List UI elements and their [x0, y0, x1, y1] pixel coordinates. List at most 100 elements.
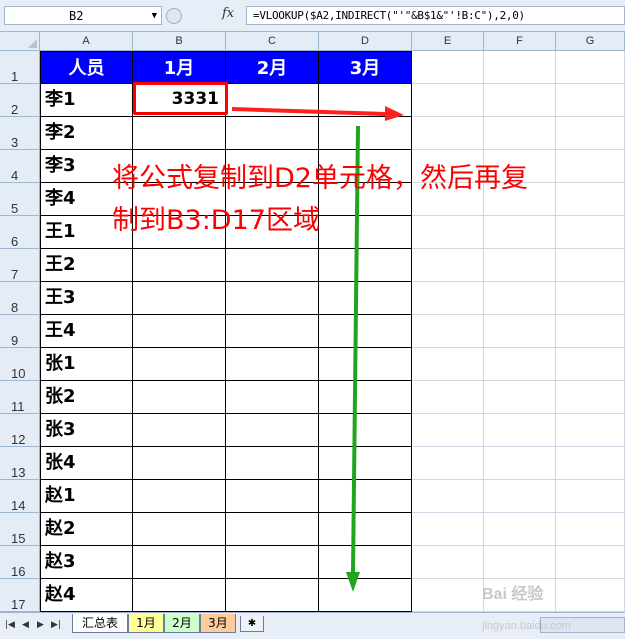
insert-function-button[interactable]: fx [222, 6, 234, 21]
value-cell[interactable] [133, 117, 226, 150]
empty-cell[interactable] [412, 414, 484, 447]
empty-cell[interactable] [556, 579, 625, 612]
value-cell[interactable] [226, 84, 319, 117]
value-cell[interactable] [319, 117, 412, 150]
value-cell[interactable] [319, 546, 412, 579]
row-header[interactable]: 7 [0, 249, 40, 282]
column-header-f[interactable]: F [484, 32, 556, 51]
value-cell[interactable] [319, 414, 412, 447]
chevron-down-icon[interactable]: ▼ [152, 7, 157, 26]
empty-cell[interactable] [484, 315, 556, 348]
name-cell[interactable]: 张4 [40, 447, 133, 480]
name-cell[interactable]: 王4 [40, 315, 133, 348]
empty-cell[interactable] [412, 249, 484, 282]
name-cell[interactable]: 张2 [40, 381, 133, 414]
empty-cell[interactable] [484, 249, 556, 282]
value-cell[interactable] [319, 579, 412, 612]
empty-cell[interactable] [412, 381, 484, 414]
empty-cell[interactable] [484, 480, 556, 513]
name-cell[interactable]: 李2 [40, 117, 133, 150]
value-cell[interactable] [133, 513, 226, 546]
empty-cell[interactable] [412, 84, 484, 117]
empty-cell[interactable] [412, 480, 484, 513]
column-header-d[interactable]: D [319, 32, 412, 51]
value-cell[interactable] [226, 348, 319, 381]
row-header[interactable]: 14 [0, 480, 40, 513]
name-cell[interactable]: 李1 [40, 84, 133, 117]
header-cell-feb[interactable]: 2月 [226, 51, 319, 84]
value-cell[interactable] [226, 381, 319, 414]
empty-cell[interactable] [556, 447, 625, 480]
value-cell[interactable] [226, 282, 319, 315]
name-cell[interactable]: 赵4 [40, 579, 133, 612]
empty-cell[interactable] [556, 315, 625, 348]
name-cell[interactable]: 赵1 [40, 480, 133, 513]
empty-cell[interactable] [556, 480, 625, 513]
value-cell[interactable] [133, 480, 226, 513]
empty-cell[interactable] [412, 348, 484, 381]
tab-summary[interactable]: 汇总表 [72, 614, 128, 633]
row-header[interactable]: 12 [0, 414, 40, 447]
value-cell[interactable] [133, 348, 226, 381]
empty-cell[interactable] [556, 348, 625, 381]
header-cell-jan[interactable]: 1月 [133, 51, 226, 84]
empty-cell[interactable] [556, 381, 625, 414]
name-cell[interactable]: 赵3 [40, 546, 133, 579]
empty-cell[interactable] [484, 381, 556, 414]
empty-cell[interactable] [556, 282, 625, 315]
row-header[interactable]: 16 [0, 546, 40, 579]
next-sheet-icon[interactable]: ▶ [37, 620, 44, 630]
value-cell[interactable] [133, 414, 226, 447]
empty-cell[interactable] [484, 348, 556, 381]
value-cell[interactable] [319, 249, 412, 282]
empty-cell[interactable] [412, 579, 484, 612]
row-header[interactable]: 9 [0, 315, 40, 348]
row-header[interactable]: 8 [0, 282, 40, 315]
empty-cell[interactable] [556, 117, 625, 150]
value-cell[interactable] [133, 249, 226, 282]
empty-cell[interactable] [556, 414, 625, 447]
empty-cell[interactable] [412, 51, 484, 84]
empty-cell[interactable] [412, 282, 484, 315]
last-sheet-icon[interactable]: ▶| [51, 620, 61, 630]
column-header-g[interactable]: G [556, 32, 625, 51]
first-sheet-icon[interactable]: |◀ [5, 620, 15, 630]
empty-cell[interactable] [412, 513, 484, 546]
empty-cell[interactable] [484, 117, 556, 150]
row-header[interactable]: 11 [0, 381, 40, 414]
value-cell[interactable] [319, 84, 412, 117]
empty-cell[interactable] [412, 117, 484, 150]
select-all-button[interactable] [0, 32, 40, 51]
value-cell[interactable] [133, 546, 226, 579]
empty-cell[interactable] [412, 546, 484, 579]
header-cell-mar[interactable]: 3月 [319, 51, 412, 84]
name-cell[interactable]: 张3 [40, 414, 133, 447]
row-header[interactable]: 1 [0, 51, 40, 84]
value-cell[interactable] [226, 513, 319, 546]
empty-cell[interactable] [556, 513, 625, 546]
empty-cell[interactable] [556, 51, 625, 84]
value-cell[interactable] [226, 480, 319, 513]
empty-cell[interactable] [412, 447, 484, 480]
empty-cell[interactable] [484, 51, 556, 84]
value-cell[interactable] [319, 315, 412, 348]
prev-sheet-icon[interactable]: ◀ [22, 620, 29, 630]
column-header-e[interactable]: E [412, 32, 484, 51]
row-header[interactable]: 5 [0, 183, 40, 216]
name-cell[interactable]: 王3 [40, 282, 133, 315]
empty-cell[interactable] [484, 282, 556, 315]
value-cell[interactable] [226, 117, 319, 150]
column-header-c[interactable]: C [226, 32, 319, 51]
value-cell[interactable] [319, 348, 412, 381]
empty-cell[interactable] [484, 447, 556, 480]
empty-cell[interactable] [556, 84, 625, 117]
empty-cell[interactable] [412, 315, 484, 348]
tab-feb[interactable]: 2月 [164, 614, 200, 633]
row-header[interactable]: 15 [0, 513, 40, 546]
name-cell[interactable]: 张1 [40, 348, 133, 381]
insert-sheet-icon[interactable]: ✱ [240, 616, 264, 632]
tab-mar[interactable]: 3月 [200, 614, 236, 633]
value-cell[interactable] [133, 579, 226, 612]
value-cell[interactable] [133, 447, 226, 480]
value-cell[interactable] [226, 546, 319, 579]
